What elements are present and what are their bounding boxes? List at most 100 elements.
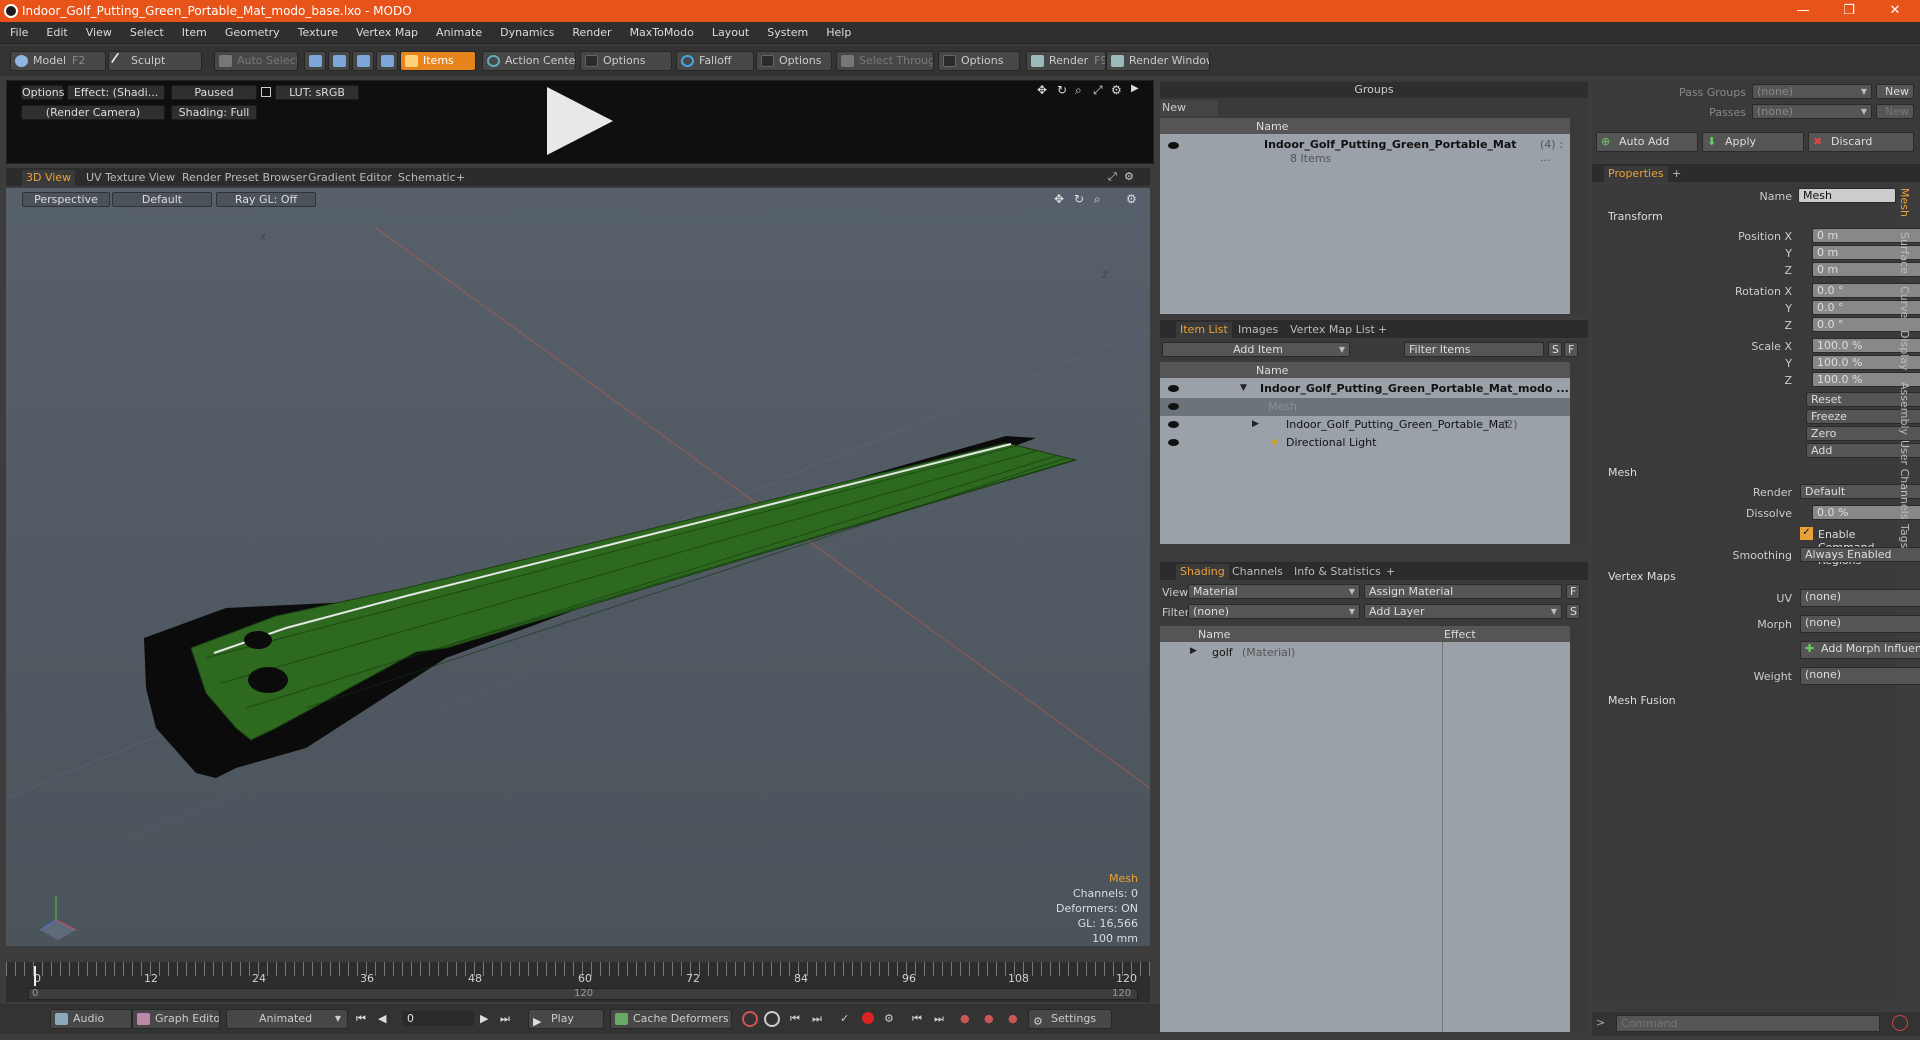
eye-icon[interactable] [1168, 439, 1179, 446]
preview-shading-dropdown[interactable]: Shading: Full [171, 105, 257, 120]
render-window-button[interactable]: Render Window [1106, 51, 1210, 71]
pass-groups-dropdown[interactable]: (none) [1752, 84, 1872, 99]
menu-file[interactable]: File [0, 22, 36, 39]
collapse-icon[interactable]: ▶ [1252, 416, 1259, 433]
3d-viewport[interactable]: Perspective Default Ray GL: Off ✥ ↻ ⌕ ⚙ … [6, 188, 1150, 946]
view-dropdown[interactable]: Material [1188, 584, 1360, 599]
animated-dropdown[interactable]: Animated ▼ [226, 1009, 348, 1029]
model-mode-button[interactable]: Model F2 [10, 51, 106, 71]
cache-deformers-button[interactable]: Cache Deformers [610, 1009, 732, 1029]
first-frame-icon[interactable]: ⏮ [356, 1012, 366, 1026]
item-row-mat[interactable]: ▶ Indoor_Golf_Putting_Green_Portable_Mat… [1160, 416, 1570, 434]
tab-info-statistics[interactable]: Info & Statistics [1290, 564, 1385, 580]
eye-icon[interactable] [1168, 385, 1179, 392]
lock-icon[interactable] [261, 87, 271, 97]
discard-button[interactable]: ✖ Discard [1808, 132, 1914, 152]
groups-list[interactable]: Name Indoor_Golf_Putting_Green_Portable_… [1160, 118, 1570, 314]
menu-geometry[interactable]: Geometry [215, 22, 288, 39]
audio-button[interactable]: Audio [50, 1009, 132, 1029]
sculpt-mode-button[interactable]: Sculpt [108, 51, 202, 71]
delete-key-icon[interactable]: ● [960, 1012, 970, 1025]
zoom-view-icon[interactable]: ⌕ [1075, 83, 1082, 98]
auto-select-button[interactable]: Auto Select [214, 51, 298, 71]
materials-mode-button[interactable] [376, 51, 398, 71]
expand-icon[interactable]: ▼ [1240, 380, 1247, 397]
menu-animate[interactable]: Animate [426, 22, 490, 39]
settings-button[interactable]: ⚙ Settings [1028, 1009, 1112, 1029]
section-mesh[interactable]: Mesh [1608, 466, 1637, 479]
falloff-options-button[interactable]: Options [756, 51, 832, 71]
maximize-view-icon[interactable]: ⤢ [1093, 83, 1103, 98]
rotate-view-icon[interactable]: ↻ [1057, 83, 1067, 97]
tab-item-list[interactable]: Item List [1176, 322, 1232, 338]
uv-dropdown[interactable]: (none) [1800, 589, 1920, 607]
move-view-icon[interactable]: ✥ [1037, 83, 1047, 97]
side-tab-user-channels[interactable]: User Channels [1898, 440, 1911, 519]
record-icon[interactable] [862, 1012, 874, 1024]
falloff-button[interactable]: Falloff [676, 51, 754, 71]
frame-input[interactable]: 0 [402, 1011, 474, 1026]
section-mesh-fusion[interactable]: Mesh Fusion [1608, 694, 1676, 707]
tab-3d-view[interactable]: 3D View [22, 170, 76, 186]
shader-row-golf[interactable]: ▶ golf (Material) [1160, 644, 1570, 662]
tab-add[interactable]: + [452, 170, 469, 186]
new-group-button[interactable]: New Group [1160, 100, 1218, 129]
item-row-light[interactable]: ✦ Directional Light [1160, 434, 1570, 452]
menu-render[interactable]: Render [562, 22, 619, 39]
playhead[interactable] [34, 966, 36, 986]
menu-edit[interactable]: Edit [36, 22, 75, 39]
record-options-icon[interactable]: ⚙ [884, 1012, 894, 1025]
auto-add-button[interactable]: ⊕ Auto Add [1596, 132, 1698, 152]
tab-schematic[interactable]: Schematic [394, 170, 460, 186]
minimize-button[interactable]: — [1788, 1, 1818, 21]
smoothing-dropdown[interactable]: Always Enabled [1800, 547, 1920, 562]
shading-s-button[interactable]: S [1566, 604, 1580, 619]
item-row-scene[interactable]: ▼ Indoor_Golf_Putting_Green_Portable_Mat… [1160, 380, 1570, 398]
gear-icon[interactable]: ⚙ [1124, 170, 1134, 183]
tab-add[interactable]: + [1668, 166, 1685, 182]
shader-tree[interactable]: Name Effect ▶ golf (Material) [1160, 626, 1570, 1032]
side-tab-mesh[interactable]: Mesh [1898, 188, 1911, 217]
morph-dropdown[interactable]: (none) [1800, 615, 1920, 633]
menu-item[interactable]: Item [172, 22, 215, 39]
skip-back-icon[interactable]: ⏮ [912, 1012, 922, 1026]
tab-channels[interactable]: Channels [1228, 564, 1287, 580]
tab-uv-texture-view[interactable]: UV Texture View [82, 170, 179, 186]
menu-dynamics[interactable]: Dynamics [490, 22, 562, 39]
add-layer-dropdown[interactable]: Add Layer [1364, 604, 1562, 619]
action-center-button[interactable]: Action Center [482, 51, 576, 71]
render-button[interactable]: Render F9 [1026, 51, 1106, 71]
menu-system[interactable]: System [757, 22, 816, 39]
eye-icon[interactable] [1168, 142, 1179, 149]
side-tab-surface[interactable]: Surface [1898, 232, 1911, 274]
key-cut-icon[interactable]: ● [1008, 1012, 1018, 1025]
side-tab-curve[interactable]: Curve [1898, 286, 1911, 318]
menu-vertex-map[interactable]: Vertex Map [346, 22, 426, 39]
itemlist-f-button[interactable]: F [1564, 342, 1578, 357]
items-mode-button[interactable]: Items [400, 51, 476, 71]
apply-button[interactable]: ⬇ Apply [1702, 132, 1804, 152]
menu-help[interactable]: Help [816, 22, 859, 39]
item-row-mesh[interactable]: Mesh [1160, 398, 1570, 416]
tab-add[interactable]: + [1382, 564, 1399, 580]
menu-maxtomodo[interactable]: MaxToModo [620, 22, 702, 39]
next-frame-icon[interactable]: ▶ [480, 1012, 488, 1025]
tab-vertex-map-list[interactable]: Vertex Map List [1286, 322, 1379, 338]
prev-key-icon[interactable]: ⏮ [790, 1012, 800, 1026]
add-item-dropdown[interactable]: Add Item [1162, 342, 1350, 357]
checkbox-checked-icon[interactable]: ✓ [1800, 527, 1813, 540]
collapse-icon[interactable]: ▶ [1190, 646, 1197, 656]
keyframe-icon[interactable] [742, 1011, 758, 1027]
side-tab-assembly[interactable]: Assembly [1898, 382, 1911, 435]
vertices-mode-button[interactable] [304, 51, 326, 71]
command-input[interactable] [1616, 1015, 1880, 1032]
maximize-button[interactable]: ❐ [1834, 1, 1864, 21]
menu-texture[interactable]: Texture [288, 22, 346, 39]
preview-lut-dropdown[interactable]: LUT: sRGB [275, 85, 359, 100]
tab-render-preset-browser[interactable]: Render Preset Browser [178, 170, 311, 186]
group-row[interactable]: Indoor_Golf_Putting_Green_Portable_Mat (… [1160, 136, 1570, 166]
new-pass-group-button[interactable]: New [1876, 84, 1914, 99]
command-history-icon[interactable] [1892, 1015, 1908, 1031]
menu-select[interactable]: Select [120, 22, 172, 39]
new-pass-button[interactable]: New [1876, 104, 1914, 119]
